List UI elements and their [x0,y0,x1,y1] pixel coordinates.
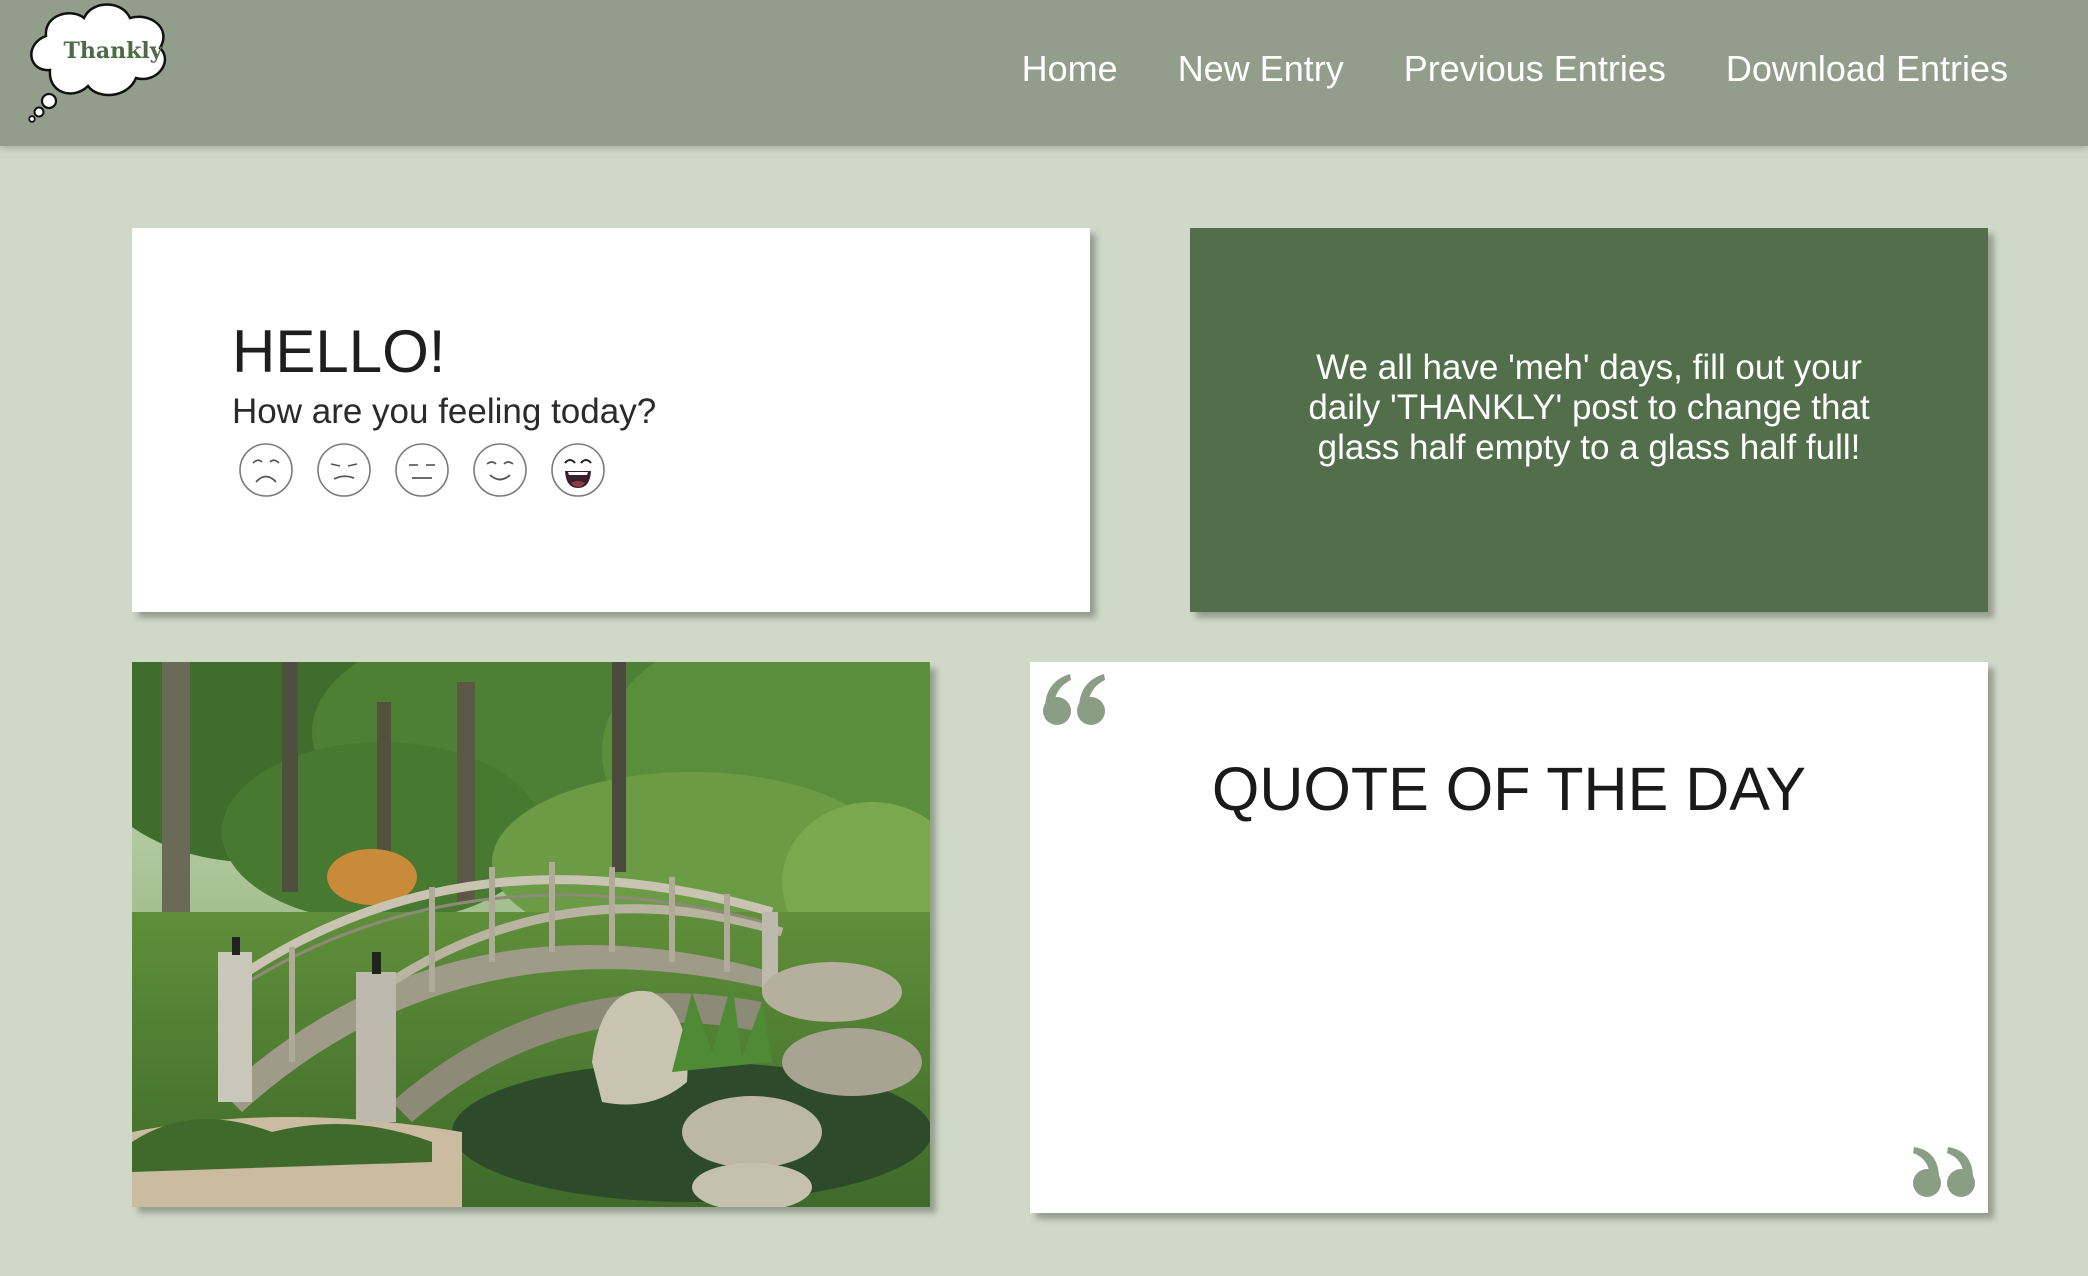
navbar: Thankly Home New Entry Previous Entries … [0,0,2088,146]
thought-cloud-icon [28,3,167,123]
feeling-prompt: How are you feeling today? [232,392,657,431]
mood-selector [238,442,606,498]
hello-card: HELLO! How are you feeling today? [132,228,1090,612]
neutral-icon[interactable] [394,442,450,498]
logo-text: Thankly [63,38,163,64]
garden-scene [132,662,930,1207]
sad-icon[interactable] [316,442,372,498]
very-sad-icon[interactable] [238,442,294,498]
motivation-text: We all have 'meh' days, fill out your da… [1308,348,1870,467]
quote-card: QUOTE OF THE DAY [1030,662,1988,1213]
hello-title: HELLO! [232,318,446,385]
nav-home[interactable]: Home [1022,48,1118,90]
nav-download-entries[interactable]: Download Entries [1726,48,2008,90]
very-happy-icon[interactable] [550,442,606,498]
happy-icon[interactable] [472,442,528,498]
close-quote-icon [1913,1147,1975,1197]
quote-title: QUOTE OF THE DAY [1211,755,1807,823]
motivation-card: We all have 'meh' days, fill out your da… [1190,228,1988,612]
nav-previous-entries[interactable]: Previous Entries [1404,48,1666,90]
nav-new-entry[interactable]: New Entry [1178,48,1344,90]
nav-links: Home New Entry Previous Entries Download… [1022,48,2008,90]
logo[interactable]: Thankly [18,0,178,128]
garden-bridge-image [132,662,930,1207]
open-quote-icon [1043,674,1105,725]
